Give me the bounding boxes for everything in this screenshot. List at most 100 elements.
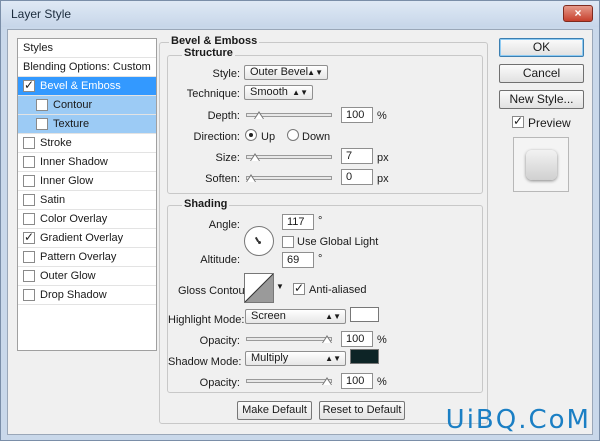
cancel-button[interactable]: Cancel <box>499 64 584 83</box>
size-input[interactable]: 7 <box>341 148 373 164</box>
highlight-opacity-slider[interactable] <box>246 337 332 341</box>
window-title: Layer Style <box>11 7 72 21</box>
style-list-label: Outer Glow <box>40 270 96 282</box>
style-list-label: Drop Shadow <box>40 289 107 301</box>
style-list-label: Gradient Overlay <box>40 232 124 244</box>
style-list-label: Color Overlay <box>40 213 108 225</box>
style-list-item[interactable]: Blending Options: Custom <box>18 58 156 77</box>
highlight-opacity-unit: % <box>377 334 387 346</box>
shadow-mode-value: Multiply <box>251 352 289 364</box>
shadow-opacity-slider[interactable] <box>246 379 332 383</box>
style-list-label: Pattern Overlay <box>40 251 117 263</box>
technique-dropdown[interactable]: Smooth ▲▼ <box>244 85 313 100</box>
chevron-updown-icon: ▲▼ <box>307 68 323 77</box>
direction-down-label: Down <box>302 131 331 143</box>
direction-down-radio[interactable] <box>287 129 299 141</box>
shadow-opacity-label: Opacity: <box>199 377 240 389</box>
make-default-button[interactable]: Make Default <box>237 401 312 420</box>
style-list-item[interactable]: Satin <box>18 191 156 210</box>
shadow-opacity-input[interactable]: 100 <box>341 373 373 389</box>
ok-button[interactable]: OK <box>499 38 584 57</box>
style-list-item[interactable]: Inner Shadow <box>18 153 156 172</box>
soften-slider-thumb[interactable] <box>246 174 256 182</box>
angle-input[interactable]: 117 <box>282 214 314 230</box>
close-icon[interactable]: × <box>563 5 593 22</box>
highlight-mode-value: Screen <box>251 310 286 322</box>
size-unit: px <box>377 152 389 164</box>
style-list-item[interactable]: Color Overlay <box>18 210 156 229</box>
shading-title: Shading <box>182 198 230 210</box>
style-list-item[interactable]: Bevel & Emboss <box>18 77 156 96</box>
size-slider-thumb[interactable] <box>249 153 260 161</box>
size-label: Size: <box>215 152 240 164</box>
new-style-button[interactable]: New Style... <box>499 90 584 109</box>
watermark: UiBQ.CoM <box>445 405 591 435</box>
contour-curve-icon <box>244 273 274 303</box>
style-checkbox[interactable] <box>23 175 35 187</box>
shadow-color-swatch[interactable] <box>350 349 379 364</box>
style-checkbox[interactable] <box>23 230 35 244</box>
style-list-item[interactable]: Drop Shadow <box>18 286 156 305</box>
style-label: Style: <box>212 68 240 80</box>
style-list-item[interactable]: Outer Glow <box>18 267 156 286</box>
depth-unit: % <box>377 110 387 122</box>
global-light-checkbox[interactable] <box>282 236 294 248</box>
anti-aliased-checkbox[interactable] <box>293 281 305 295</box>
direction-up-radio[interactable] <box>245 129 257 141</box>
style-list-item[interactable]: Stroke <box>18 134 156 153</box>
shadow-opacity-thumb[interactable] <box>322 377 332 385</box>
style-checkbox[interactable] <box>23 78 35 92</box>
highlight-opacity-input[interactable]: 100 <box>341 331 373 347</box>
style-checkbox[interactable] <box>23 270 35 282</box>
altitude-input[interactable]: 69 <box>282 252 314 268</box>
style-value: Outer Bevel <box>250 66 309 78</box>
angle-label: Angle: <box>208 219 240 231</box>
style-list-item[interactable]: Styles <box>18 39 156 58</box>
depth-input[interactable]: 100 <box>341 107 373 123</box>
style-list-item[interactable]: Contour <box>18 96 156 115</box>
style-dropdown[interactable]: Outer Bevel ▲▼ <box>244 65 328 80</box>
contour-dropdown-arrow-icon[interactable]: ▼ <box>276 282 284 291</box>
style-checkbox[interactable] <box>36 118 48 130</box>
angle-unit: ° <box>318 215 323 227</box>
style-list-label: Blending Options: Custom <box>23 61 151 73</box>
style-checkbox[interactable] <box>23 137 35 149</box>
altitude-unit: ° <box>318 253 323 265</box>
style-list-label: Styles <box>23 42 53 54</box>
style-list-item[interactable]: Gradient Overlay <box>18 229 156 248</box>
style-list-item[interactable]: Texture <box>18 115 156 134</box>
soften-input[interactable]: 0 <box>341 169 373 185</box>
style-checkbox[interactable] <box>23 194 35 206</box>
style-checkbox[interactable] <box>23 251 35 263</box>
style-checkbox[interactable] <box>23 213 35 225</box>
soften-slider[interactable] <box>246 176 332 180</box>
highlight-opacity-thumb[interactable] <box>322 335 332 343</box>
reset-to-default-button[interactable]: Reset to Default <box>319 401 405 420</box>
title-bar[interactable]: Layer Style × <box>1 1 599 27</box>
angle-dial[interactable] <box>244 226 274 256</box>
style-checkbox[interactable] <box>23 289 35 301</box>
preview-checkbox[interactable] <box>512 114 524 128</box>
style-checkbox[interactable] <box>36 99 48 111</box>
style-list-item[interactable]: Inner Glow <box>18 172 156 191</box>
altitude-label: Altitude: <box>200 254 240 266</box>
style-list-item[interactable]: Pattern Overlay <box>18 248 156 267</box>
style-checkbox[interactable] <box>23 156 35 168</box>
style-list-label: Inner Glow <box>40 175 94 187</box>
preview-label: Preview <box>528 116 571 130</box>
gloss-contour-label: Gloss Contour: <box>178 285 252 297</box>
gloss-contour-picker[interactable] <box>244 273 274 303</box>
highlight-mode-dropdown[interactable]: Screen ▲▼ <box>245 309 346 324</box>
layer-style-dialog: Layer Style × Styles Blending Options: Cu… <box>0 0 600 441</box>
highlight-color-swatch[interactable] <box>350 307 379 322</box>
angle-needle-icon <box>254 236 260 243</box>
style-list-label: Contour <box>53 99 93 111</box>
style-list-label: Stroke <box>40 137 72 149</box>
anti-aliased-label: Anti-aliased <box>309 284 367 296</box>
preview-swatch-shape <box>526 150 557 180</box>
shadow-mode-dropdown[interactable]: Multiply ▲▼ <box>245 351 346 366</box>
styles-list: Styles Blending Options: Custom Bevel & Em… <box>17 38 157 351</box>
depth-slider-thumb[interactable] <box>253 111 264 119</box>
soften-unit: px <box>377 173 389 185</box>
depth-label: Depth: <box>207 110 240 122</box>
